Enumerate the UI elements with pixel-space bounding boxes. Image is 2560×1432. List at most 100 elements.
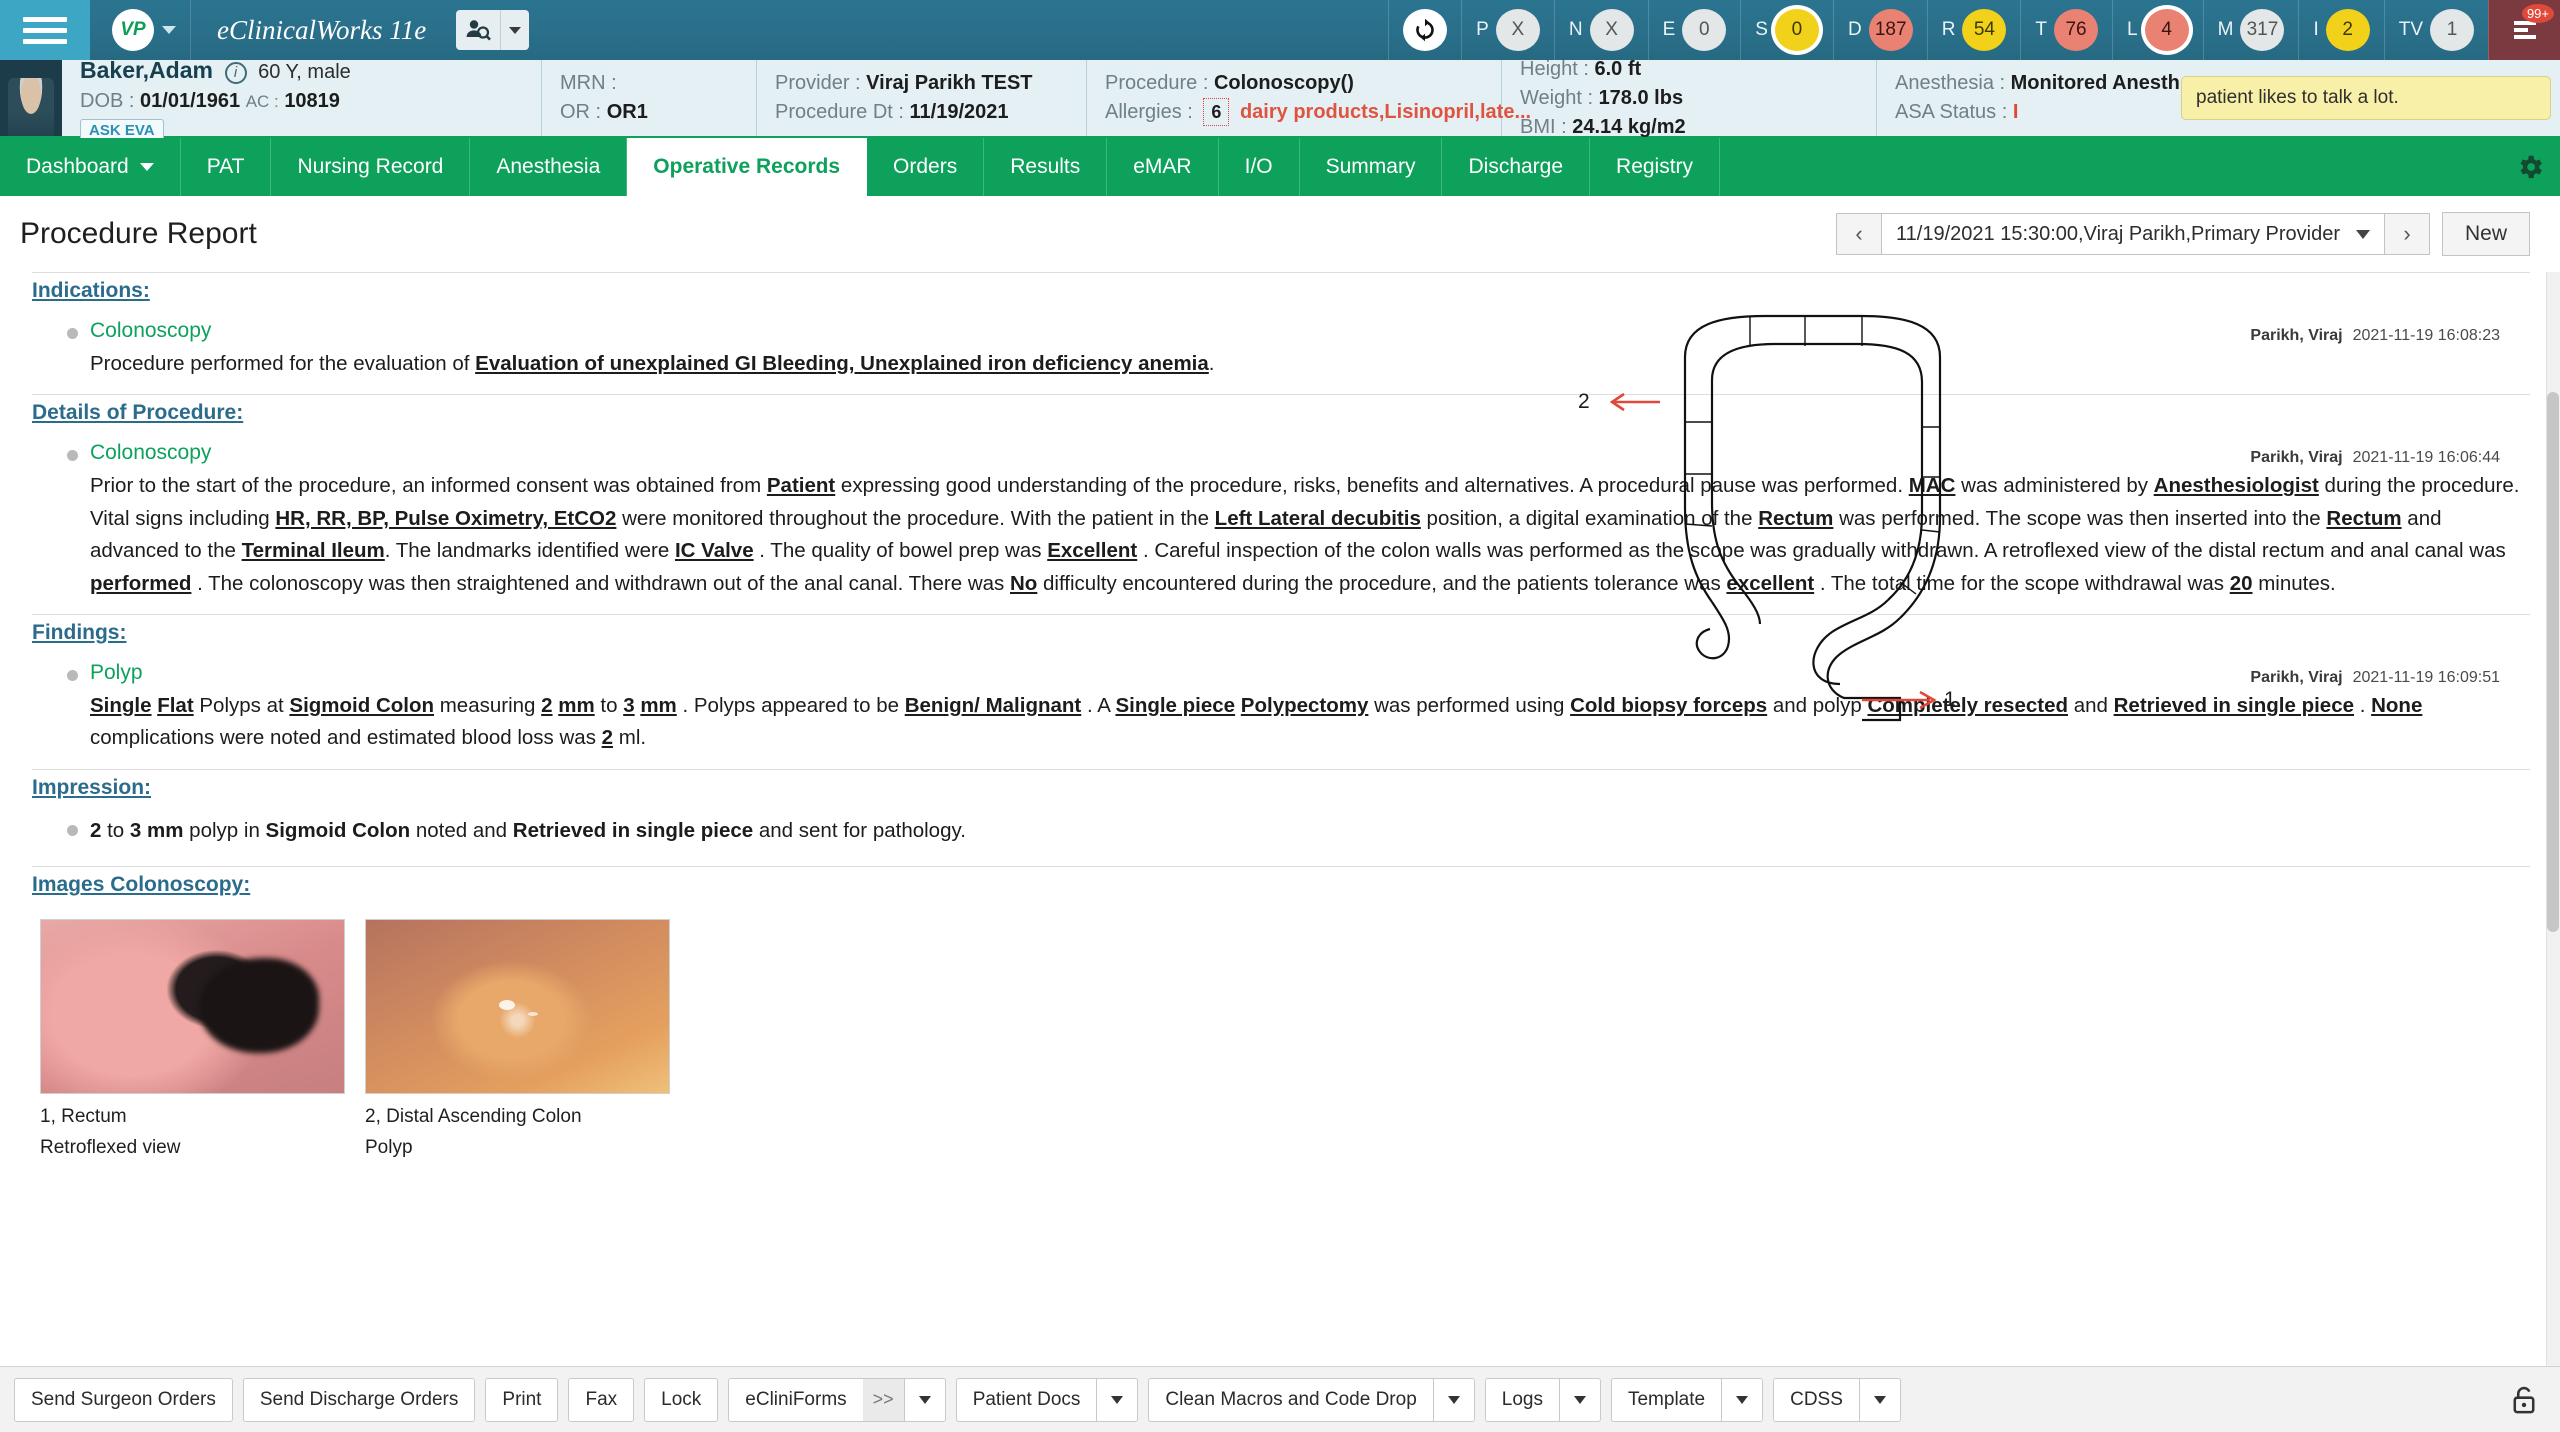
emphasis-term[interactable]: 2 xyxy=(602,726,613,749)
emphasis-term[interactable]: mm xyxy=(558,694,594,717)
cdss-dropdown[interactable] xyxy=(1858,1377,1901,1422)
clean-macros-dropdown[interactable] xyxy=(1432,1377,1475,1422)
emphasis-term[interactable]: performed xyxy=(90,572,191,595)
emphasis-term[interactable]: Rectum xyxy=(2326,507,2401,530)
emphasis-term[interactable]: 3 xyxy=(623,694,634,717)
colon-diagram: 2 1 xyxy=(1578,302,2020,737)
counter-P[interactable]: PX xyxy=(1461,0,1554,60)
nav-item-registry[interactable]: Registry xyxy=(1590,138,1721,196)
send-surgeon-orders-button[interactable]: Send Surgeon Orders xyxy=(14,1377,233,1422)
nav-item-io[interactable]: I/O xyxy=(1219,138,1300,196)
emphasis-term[interactable]: Single piece xyxy=(1115,694,1235,717)
counter-TV[interactable]: TV 1 xyxy=(2383,0,2488,60)
emphasis-term[interactable]: Sigmoid Colon xyxy=(266,819,411,842)
section-heading-indications[interactable]: Indications: xyxy=(32,279,2530,303)
emphasis-term[interactable]: Patient xyxy=(767,474,835,497)
emphasis-term[interactable]: Terminal Ileum xyxy=(242,539,385,562)
nav-item-emar[interactable]: eMAR xyxy=(1107,138,1219,196)
nav-item-nursing-record[interactable]: Nursing Record xyxy=(271,138,471,196)
patient-photo[interactable] xyxy=(0,60,62,136)
patient-note[interactable]: patient likes to talk a lot. xyxy=(2181,76,2551,120)
visit-select[interactable]: 11/19/2021 15:30:00,Viraj Parikh,Primary… xyxy=(1882,213,2384,255)
chevron-down-icon[interactable] xyxy=(162,26,176,34)
nav-item-anesthesia[interactable]: Anesthesia xyxy=(470,138,628,196)
template-button[interactable]: Template xyxy=(1610,1377,1722,1422)
patient-lookup-dropdown[interactable] xyxy=(501,26,529,34)
emphasis-term[interactable]: 3 xyxy=(130,819,141,842)
lock-button[interactable]: Lock xyxy=(644,1377,719,1422)
emphasis-term[interactable]: Benign/ Malignant xyxy=(905,694,1082,717)
emphasis-term[interactable]: None xyxy=(2371,694,2422,717)
emphasis-term[interactable]: mm xyxy=(147,819,183,842)
scrollbar-thumb[interactable] xyxy=(2547,392,2559,932)
emphasis-term[interactable]: Polypectomy xyxy=(1241,694,1369,717)
section-heading-details[interactable]: Details of Procedure: xyxy=(32,401,2530,425)
section-heading-images[interactable]: Images Colonoscopy: xyxy=(32,873,2530,897)
emphasis-term[interactable]: Excellent xyxy=(1047,539,1137,562)
counter-E[interactable]: E0 xyxy=(1647,0,1741,60)
section-heading-impression[interactable]: Impression: xyxy=(32,776,2530,800)
info-icon[interactable]: i xyxy=(224,61,247,84)
indications-text-emphasis[interactable]: Evaluation of unexplained GI Bleeding, U… xyxy=(475,352,1209,375)
counter-T[interactable]: T 76 xyxy=(2020,0,2112,60)
patient-lookup-button[interactable] xyxy=(456,10,530,50)
nav-item-summary[interactable]: Summary xyxy=(1300,138,1443,196)
nav-item-dashboard[interactable]: Dashboard xyxy=(0,138,181,196)
colonoscopy-image-1[interactable] xyxy=(40,919,345,1095)
send-discharge-orders-button[interactable]: Send Discharge Orders xyxy=(242,1377,476,1422)
nav-item-pat[interactable]: PAT xyxy=(181,138,272,196)
colonoscopy-image-2[interactable] xyxy=(365,919,670,1095)
section-heading-findings[interactable]: Findings: xyxy=(32,621,2530,645)
counter-L[interactable]: L4 xyxy=(2112,0,2203,60)
gear-icon[interactable] xyxy=(2500,138,2560,196)
user-menu[interactable]: VP xyxy=(90,0,191,60)
emphasis-term[interactable]: HR, RR, BP, Pulse Oximetry, EtCO2 xyxy=(275,507,616,530)
ecliniforms-expand-button[interactable]: >> xyxy=(862,1377,904,1422)
emphasis-term[interactable]: Anesthesiologist xyxy=(2154,474,2319,497)
emphasis-term[interactable]: mm xyxy=(640,694,676,717)
refresh-button[interactable] xyxy=(1388,0,1461,60)
template-dropdown[interactable] xyxy=(1721,1377,1764,1422)
emphasis-term[interactable]: Retrieved in single piece xyxy=(2114,694,2354,717)
page-scrollbar[interactable] xyxy=(2546,272,2560,1366)
counter-S[interactable]: S0 xyxy=(1740,0,1833,60)
emphasis-term[interactable]: Sigmoid Colon xyxy=(289,694,434,717)
cdss-button[interactable]: CDSS xyxy=(1773,1377,1859,1422)
logs-dropdown[interactable] xyxy=(1558,1377,1601,1422)
emphasis-term[interactable]: 2 xyxy=(541,694,552,717)
emphasis-term[interactable]: No xyxy=(1010,572,1037,595)
nav-item-results[interactable]: Results xyxy=(984,138,1108,196)
nav-item-operative-records[interactable]: Operative Records xyxy=(627,138,868,196)
emphasis-term[interactable]: Retrieved in single piece xyxy=(513,819,753,842)
logs-button[interactable]: Logs xyxy=(1484,1377,1559,1422)
main-menu-button[interactable] xyxy=(0,0,90,60)
nav-item-discharge[interactable]: Discharge xyxy=(1442,138,1591,196)
patient-docs-dropdown[interactable] xyxy=(1096,1377,1139,1422)
allergies-count-badge[interactable]: 6 xyxy=(1203,98,1230,127)
notifications-button[interactable]: 99+ xyxy=(2488,0,2560,60)
patient-name[interactable]: Baker,Adam xyxy=(80,57,213,83)
emphasis-term[interactable]: 20 xyxy=(2230,572,2253,595)
print-button[interactable]: Print xyxy=(485,1377,559,1422)
emphasis-term[interactable]: 2 xyxy=(90,819,101,842)
emphasis-term[interactable]: Left Lateral decubitis xyxy=(1215,507,1421,530)
emphasis-term[interactable]: IC Valve xyxy=(675,539,754,562)
counter-R[interactable]: R 54 xyxy=(1926,0,2021,60)
counter-M[interactable]: M 317 xyxy=(2202,0,2299,60)
emphasis-term[interactable]: Single xyxy=(90,694,152,717)
lock-icon[interactable] xyxy=(2510,1385,2538,1415)
counter-N[interactable]: NX xyxy=(1553,0,1648,60)
allergies-list[interactable]: dairy products,Lisinopril,late... xyxy=(1240,101,1531,123)
emphasis-term[interactable]: Flat xyxy=(157,694,193,717)
previous-visit-button[interactable]: ‹ xyxy=(1836,213,1883,255)
counter-I[interactable]: I2 xyxy=(2298,0,2383,60)
clean-macros-and-code-drop-button[interactable]: Clean Macros and Code Drop xyxy=(1148,1377,1433,1422)
ecliniforms-button[interactable]: eCliniForms xyxy=(728,1377,863,1422)
counter-D[interactable]: D 187 xyxy=(1832,0,1927,60)
next-visit-button[interactable]: › xyxy=(2383,213,2430,255)
fax-button[interactable]: Fax xyxy=(568,1377,635,1422)
patient-docs-button[interactable]: Patient Docs xyxy=(955,1377,1097,1422)
ecliniforms-dropdown[interactable] xyxy=(903,1377,946,1422)
nav-item-orders[interactable]: Orders xyxy=(867,138,985,196)
new-button[interactable]: New xyxy=(2441,212,2530,256)
